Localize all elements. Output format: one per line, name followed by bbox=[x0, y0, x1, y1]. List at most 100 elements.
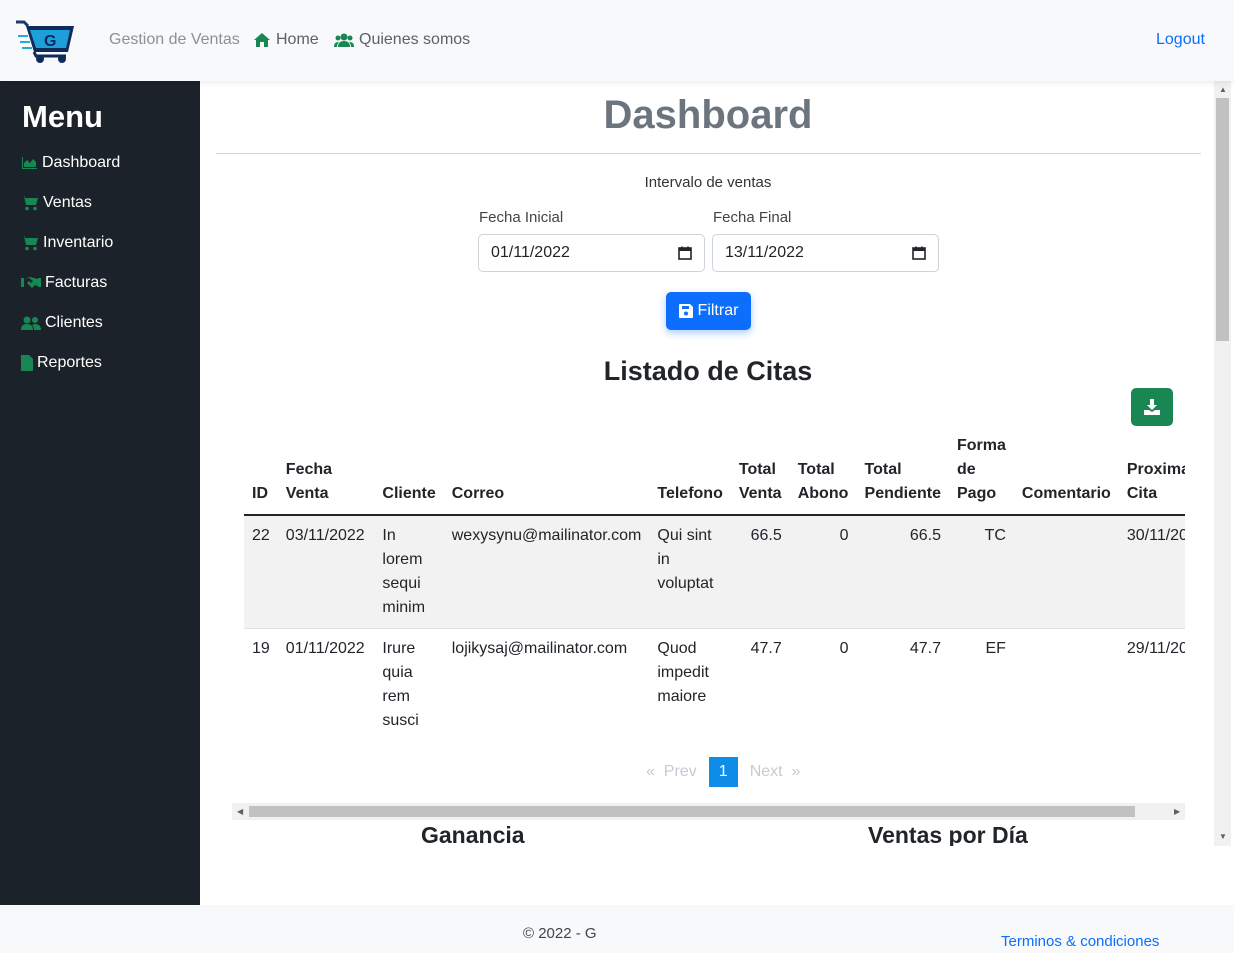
sidebar-item-ventas[interactable]: Ventas bbox=[21, 194, 92, 212]
cell-comentario bbox=[1013, 628, 1119, 741]
brand-link[interactable]: Gestion de Ventas bbox=[109, 31, 240, 49]
start-date-value: 01/11/2022 bbox=[491, 244, 570, 261]
nav-about-link[interactable]: Quienes somos bbox=[334, 31, 470, 49]
end-date-input[interactable]: 13/11/2022 bbox=[712, 234, 939, 272]
cell-id: 22 bbox=[244, 515, 278, 629]
download-icon bbox=[1144, 399, 1160, 415]
col-total-pendiente: Total Pendiente bbox=[856, 433, 949, 516]
col-correo: Correo bbox=[443, 433, 650, 516]
sidebar-title: Menu bbox=[22, 99, 103, 134]
horizontal-scroll-thumb[interactable] bbox=[249, 806, 1135, 817]
scroll-up-icon[interactable]: ▲ bbox=[1219, 85, 1227, 94]
sidebar-item-label: Facturas bbox=[45, 274, 108, 291]
col-comentario: Comentario bbox=[1013, 433, 1119, 516]
cell-correo: wexysynu@mailinator.com bbox=[443, 515, 650, 629]
sidebar-item-dashboard[interactable]: Dashboard bbox=[21, 154, 120, 172]
cell-fecha-venta: 01/11/2022 bbox=[277, 628, 375, 741]
home-icon bbox=[254, 33, 270, 47]
sidebar-item-label: Clientes bbox=[45, 314, 103, 331]
sidebar-item-label: Inventario bbox=[43, 234, 114, 251]
title-divider bbox=[216, 153, 1201, 154]
sidebar-item-label: Dashboard bbox=[42, 154, 121, 171]
filter-button-label: Filtrar bbox=[697, 302, 739, 319]
cell-fecha-venta: 03/11/2022 bbox=[277, 515, 375, 629]
pagination-prev-label: Prev bbox=[663, 763, 697, 780]
save-icon bbox=[678, 304, 693, 318]
cart-icon bbox=[21, 196, 38, 211]
horizontal-scrollbar[interactable]: ◀ ▶ bbox=[232, 803, 1185, 820]
filter-button[interactable]: Filtrar bbox=[666, 292, 751, 330]
col-proxima-cita: Proxima Cita bbox=[1118, 433, 1185, 516]
sidebar-item-inventario[interactable]: Inventario bbox=[21, 234, 113, 252]
end-date-value: 13/11/2022 bbox=[725, 244, 804, 261]
cart-icon bbox=[21, 236, 38, 251]
pagination-page-1[interactable]: 1 bbox=[708, 757, 738, 787]
list-title: Listado de Citas bbox=[603, 356, 813, 386]
sidebar-item-clientes[interactable]: Clientes bbox=[21, 314, 103, 332]
file-icon bbox=[21, 355, 33, 371]
sidebar: Menu Dashboard Ventas Inventario Factura… bbox=[0, 81, 200, 905]
col-cliente: Cliente bbox=[374, 433, 444, 516]
page-title: Dashboard bbox=[603, 93, 813, 137]
cell-total-pendiente: 47.7 bbox=[856, 628, 949, 741]
cell-total-pendiente: 66.5 bbox=[856, 515, 949, 629]
svg-text:G: G bbox=[44, 33, 56, 50]
cell-proxima-cita: 30/11/20 bbox=[1118, 515, 1185, 629]
cell-telefono: Quod impedit maiore bbox=[649, 628, 731, 741]
col-fecha-venta: Fecha Venta bbox=[277, 433, 375, 516]
download-button[interactable] bbox=[1131, 388, 1173, 426]
calendar-icon[interactable] bbox=[912, 246, 926, 260]
nav-home-link[interactable]: Home bbox=[253, 31, 319, 49]
nav-about-label: Quienes somos bbox=[359, 31, 471, 48]
cell-telefono: Qui sint in voluptat bbox=[649, 515, 731, 629]
handshake-icon bbox=[21, 277, 41, 288]
cell-forma-pago: EF bbox=[949, 628, 1014, 741]
sidebar-item-reportes[interactable]: Reportes bbox=[21, 354, 102, 372]
cell-cliente: In lorem sequi minim bbox=[374, 515, 444, 629]
cell-total-venta: 47.7 bbox=[730, 628, 790, 741]
vertical-scroll-thumb[interactable] bbox=[1216, 98, 1229, 341]
pagination: « Prev 1 Next » bbox=[646, 757, 800, 787]
logout-link[interactable]: Logout bbox=[1156, 31, 1205, 49]
scroll-left-icon[interactable]: ◀ bbox=[237, 807, 243, 816]
terms-link[interactable]: Terminos & condiciones bbox=[1001, 933, 1159, 950]
cell-proxima-cita: 29/11/20 bbox=[1118, 628, 1185, 741]
col-id: ID bbox=[244, 433, 278, 516]
users-icon bbox=[21, 316, 41, 330]
start-date-input[interactable]: 01/11/2022 bbox=[478, 234, 705, 272]
chart-area-icon bbox=[22, 157, 37, 169]
cell-forma-pago: TC bbox=[949, 515, 1014, 629]
vertical-scrollbar[interactable]: ▲ ▼ bbox=[1214, 81, 1231, 846]
pagination-prev[interactable]: « Prev bbox=[646, 763, 697, 781]
col-total-abono: Total Abono bbox=[789, 433, 857, 516]
top-navbar: G Gestion de Ventas Home Quienes somos L… bbox=[0, 0, 1234, 81]
scroll-down-icon[interactable]: ▼ bbox=[1219, 832, 1227, 841]
table-row[interactable]: 22 03/11/2022 In lorem sequi minim wexys… bbox=[244, 515, 1185, 629]
main-content: Dashboard Intervalo de ventas Fecha Inic… bbox=[200, 81, 1234, 846]
cell-correo: lojikysaj@mailinator.com bbox=[443, 628, 650, 741]
cell-total-abono: 0 bbox=[789, 628, 857, 741]
scroll-right-icon[interactable]: ▶ bbox=[1174, 807, 1180, 816]
sidebar-item-label: Reportes bbox=[37, 354, 102, 371]
footer: © 2022 - G Terminos & condiciones bbox=[0, 905, 1234, 953]
table-header-row: ID Fecha Venta Cliente Correo Telefono T… bbox=[244, 433, 1185, 516]
prev-arrow-icon: « bbox=[646, 763, 655, 780]
end-date-label: Fecha Final bbox=[713, 209, 792, 226]
copyright-text: © 2022 - G bbox=[523, 925, 597, 942]
calendar-icon[interactable] bbox=[678, 246, 692, 260]
col-total-venta: Total Venta bbox=[730, 433, 790, 516]
pagination-next[interactable]: Next » bbox=[750, 763, 801, 781]
cart-logo-icon[interactable]: G bbox=[14, 18, 76, 64]
pagination-next-label: Next bbox=[749, 763, 783, 780]
nav-home-label: Home bbox=[276, 31, 319, 48]
cell-cliente: Irure quia rem susci bbox=[374, 628, 444, 741]
users-icon bbox=[334, 33, 354, 47]
sidebar-item-facturas[interactable]: Facturas bbox=[21, 274, 107, 292]
table-row[interactable]: 19 01/11/2022 Irure quia rem susci lojik… bbox=[244, 628, 1185, 741]
cell-total-venta: 66.5 bbox=[730, 515, 790, 629]
interval-label: Intervalo de ventas bbox=[644, 174, 772, 191]
next-arrow-icon: » bbox=[791, 763, 801, 780]
sales-table-container: ID Fecha Venta Cliente Correo Telefono T… bbox=[244, 433, 1185, 741]
cell-id: 19 bbox=[244, 628, 278, 741]
sidebar-item-label: Ventas bbox=[43, 194, 92, 211]
